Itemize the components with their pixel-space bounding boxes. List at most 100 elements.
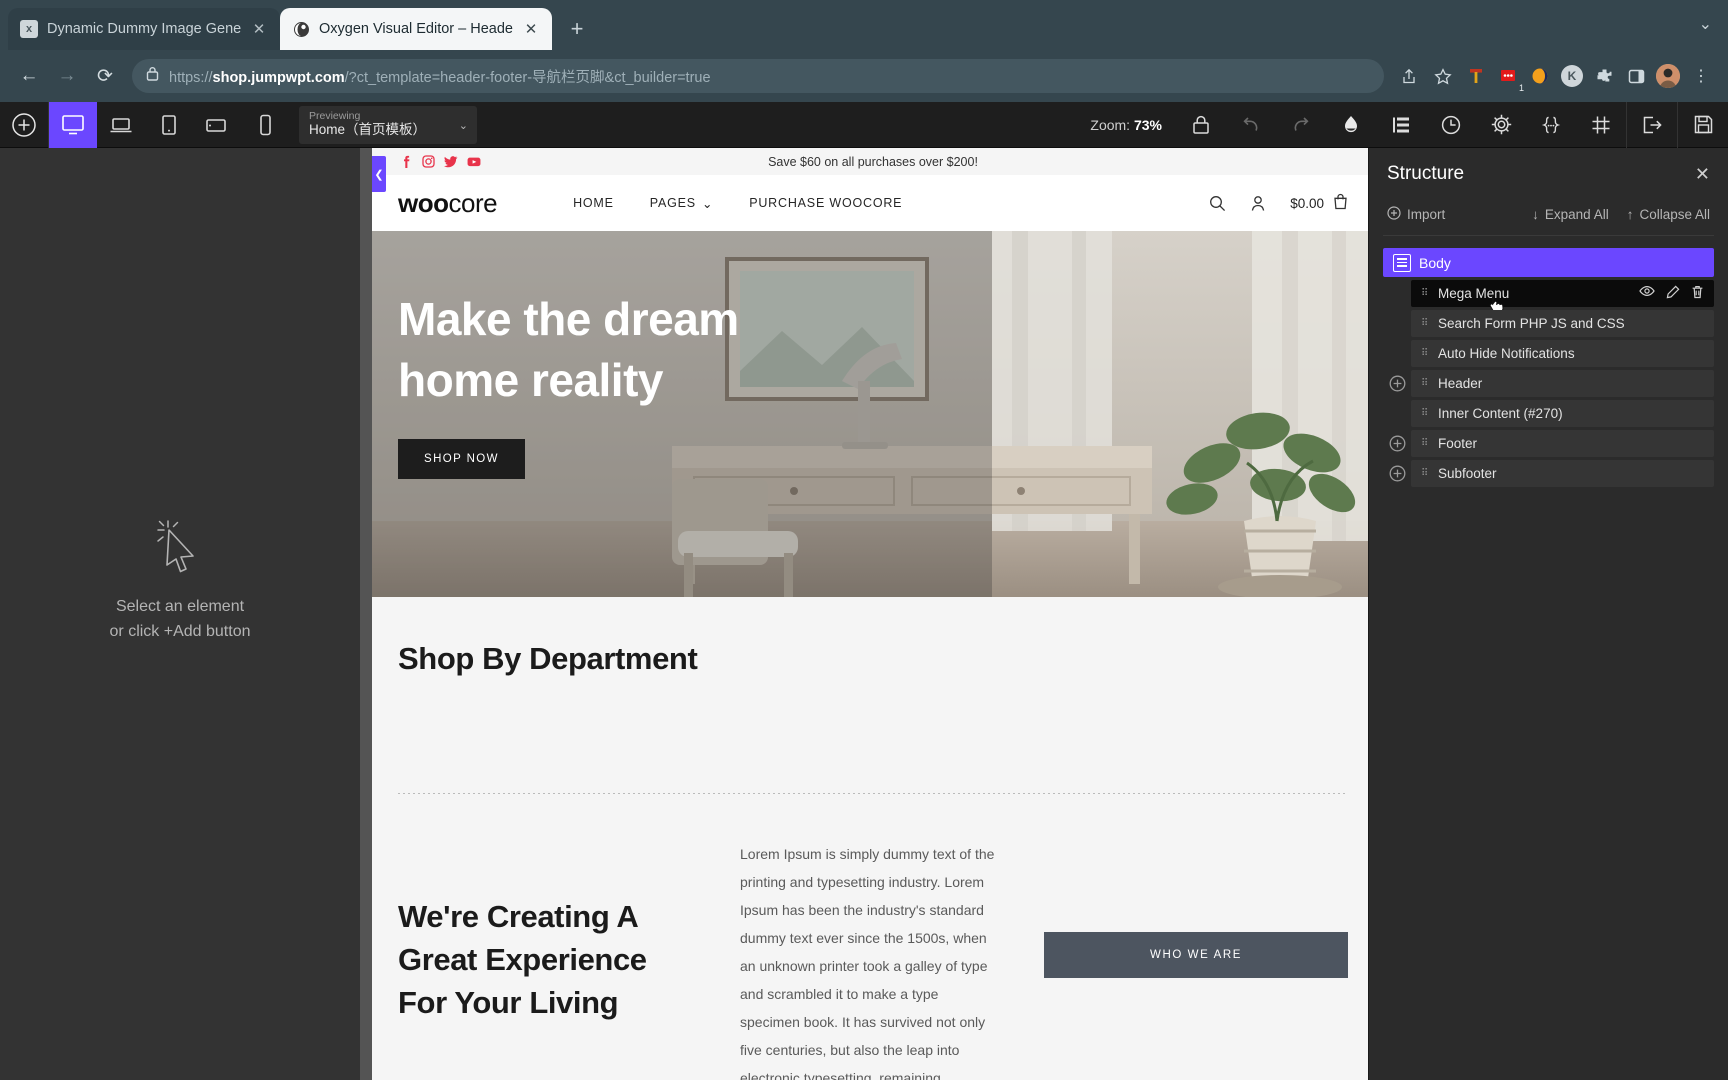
new-tab-button[interactable]: +: [562, 14, 592, 44]
tree-node-inner-content[interactable]: ⠿ Inner Content (#270): [1411, 400, 1714, 427]
tree-row-inner-content: ⠿ Inner Content (#270): [1383, 400, 1714, 427]
editor-canvas[interactable]: ❮ Save $60 on all purchases over $200! w…: [360, 148, 1368, 1080]
history-clock-icon[interactable]: [1426, 102, 1476, 148]
exit-icon[interactable]: [1627, 102, 1677, 148]
previewing-selector[interactable]: Previewing Home（首页模板） ⌄: [299, 105, 477, 144]
nav-item-pages[interactable]: PAGES ⌄: [650, 196, 713, 211]
device-laptop-button[interactable]: [97, 102, 145, 148]
hero-title: Make the dream home reality: [398, 289, 739, 411]
drag-handle-icon[interactable]: ⠿: [1421, 408, 1430, 418]
empty-state: Select an element or click +Add button: [110, 514, 250, 645]
share-icon[interactable]: [1394, 61, 1424, 91]
nav-item-purchase-woocore[interactable]: PURCHASE WOOCORE: [749, 196, 902, 210]
pencil-icon[interactable]: [1666, 285, 1680, 302]
drag-handle-icon[interactable]: ⠿: [1421, 378, 1430, 388]
workspace: Select an element or click +Add button ❮: [0, 148, 1728, 1080]
profile-k-icon[interactable]: K: [1558, 62, 1586, 90]
cart-widget[interactable]: $0.00: [1290, 193, 1348, 213]
tree-node-subfooter-label: Subfooter: [1438, 466, 1497, 481]
drag-handle-icon[interactable]: ⠿: [1421, 438, 1430, 448]
back-button[interactable]: ←: [12, 59, 46, 93]
oxygen-drop-icon[interactable]: [1326, 102, 1376, 148]
tree-node-inner-content-label: Inner Content (#270): [1438, 406, 1563, 421]
structure-panel: Structure ✕ Import ↓ Expand All ↑ Collap…: [1368, 148, 1728, 1080]
add-element-button[interactable]: [0, 102, 48, 148]
browser-tab-1[interactable]: x Dynamic Dummy Image Genera ✕: [8, 8, 280, 50]
reload-button[interactable]: ⟳: [88, 59, 122, 93]
who-we-are-button[interactable]: WHO WE ARE: [1044, 932, 1348, 978]
address-bar[interactable]: https://shop.jumpwpt.com/?ct_template=he…: [132, 59, 1384, 93]
puzzle-extensions-icon[interactable]: [1590, 62, 1618, 90]
tree-node-header[interactable]: ⠿ Header: [1411, 370, 1714, 397]
browser-tab-2[interactable]: Oxygen Visual Editor – Header ✕: [280, 8, 552, 50]
shop-now-button[interactable]: SHOP NOW: [398, 439, 525, 480]
chevron-down-icon[interactable]: ⌄: [1699, 14, 1712, 34]
settings-gear-icon[interactable]: [1476, 102, 1526, 148]
tree-row-subfooter: ⠿ Subfooter: [1383, 460, 1714, 487]
close-icon[interactable]: ✕: [522, 20, 540, 38]
site-preview-frame[interactable]: ❮ Save $60 on all purchases over $200! w…: [372, 148, 1368, 1080]
drag-handle-icon[interactable]: ⠿: [1421, 468, 1430, 478]
device-tablet-landscape-button[interactable]: [193, 102, 241, 148]
site-announcement-bar: Save $60 on all purchases over $200!: [372, 148, 1368, 175]
site-logo[interactable]: woocore: [398, 188, 498, 219]
nav-item-purchase-label: PURCHASE WOOCORE: [749, 196, 903, 210]
tree-node-auto-hide-notifications[interactable]: ⠿ Auto Hide Notifications: [1411, 340, 1714, 367]
tree-row-body: Body: [1383, 248, 1714, 277]
forward-button[interactable]: →: [50, 59, 84, 93]
device-tablet-button[interactable]: [145, 102, 193, 148]
sidepanel-icon[interactable]: [1622, 62, 1650, 90]
department-section: Shop By Department: [372, 597, 1368, 794]
extension-crescent-icon[interactable]: [1526, 62, 1554, 90]
tree-node-footer[interactable]: ⠿ Footer: [1411, 430, 1714, 457]
eye-icon[interactable]: [1639, 285, 1655, 302]
nav-item-home[interactable]: HOME: [573, 196, 614, 210]
extension-red-icon[interactable]: 1: [1494, 62, 1524, 93]
tree-expander-footer[interactable]: [1383, 435, 1411, 452]
code-braces-icon[interactable]: [1526, 102, 1576, 148]
grid-hash-icon[interactable]: [1576, 102, 1626, 148]
structure-list-icon[interactable]: [1376, 102, 1426, 148]
drag-handle-icon[interactable]: ⠿: [1421, 318, 1430, 328]
collapse-all-button[interactable]: ↑ Collapse All: [1627, 207, 1710, 222]
hero-title-line-1: Make the dream: [398, 293, 739, 345]
drag-handle-icon[interactable]: ⠿: [1421, 288, 1430, 298]
tree-expander-header[interactable]: [1383, 375, 1411, 392]
previewing-value: Home（首页模板）: [309, 122, 427, 138]
device-preview-group: [49, 101, 289, 148]
canvas-collapse-handle[interactable]: ❮: [372, 156, 386, 192]
extension-t-icon[interactable]: [1462, 62, 1490, 90]
close-icon[interactable]: ✕: [250, 20, 268, 38]
chrome-menu-icon[interactable]: ⋮: [1686, 61, 1716, 91]
drag-handle-icon[interactable]: ⠿: [1421, 348, 1430, 358]
previewing-label: Previewing: [309, 109, 361, 122]
avatar-icon[interactable]: [1654, 62, 1682, 90]
device-desktop-button[interactable]: [49, 101, 97, 148]
import-button[interactable]: Import: [1387, 206, 1445, 223]
bookmark-star-icon[interactable]: [1428, 61, 1458, 91]
close-icon[interactable]: ✕: [1695, 165, 1710, 183]
tree-node-search-form-label: Search Form PHP JS and CSS: [1438, 316, 1625, 331]
site-header: woocore HOME PAGES ⌄ PURCHASE WOOCORE $0.…: [372, 175, 1368, 231]
tree-node-mega-menu[interactable]: ⠿ Mega Menu: [1411, 280, 1714, 314]
expand-all-label: Expand All: [1544, 207, 1609, 222]
expand-all-button[interactable]: ↓ Expand All: [1532, 207, 1609, 222]
tree-node-body[interactable]: Body: [1383, 248, 1714, 277]
tree-row-search-form: ⠿ Search Form PHP JS and CSS: [1383, 310, 1714, 337]
browser-chrome: x Dynamic Dummy Image Genera ✕ Oxygen Vi…: [0, 0, 1728, 102]
device-phone-button[interactable]: [241, 102, 289, 148]
search-icon[interactable]: [1209, 195, 1226, 212]
collapse-all-label: Collapse All: [1639, 207, 1710, 222]
account-icon[interactable]: [1250, 195, 1266, 212]
tree-node-subfooter[interactable]: ⠿ Subfooter: [1411, 460, 1714, 487]
about-section: We're Creating A Great Experience For Yo…: [372, 794, 1368, 1080]
avatar: [1656, 64, 1680, 88]
redo-icon[interactable]: [1276, 102, 1326, 148]
undo-icon[interactable]: [1226, 102, 1276, 148]
save-icon[interactable]: [1678, 102, 1728, 148]
chevron-down-icon[interactable]: ⌄: [459, 119, 468, 132]
trash-icon[interactable]: [1691, 285, 1704, 302]
tree-node-search-form[interactable]: ⠿ Search Form PHP JS and CSS: [1411, 310, 1714, 337]
lock-icon[interactable]: [1176, 102, 1226, 148]
tree-expander-subfooter[interactable]: [1383, 465, 1411, 482]
